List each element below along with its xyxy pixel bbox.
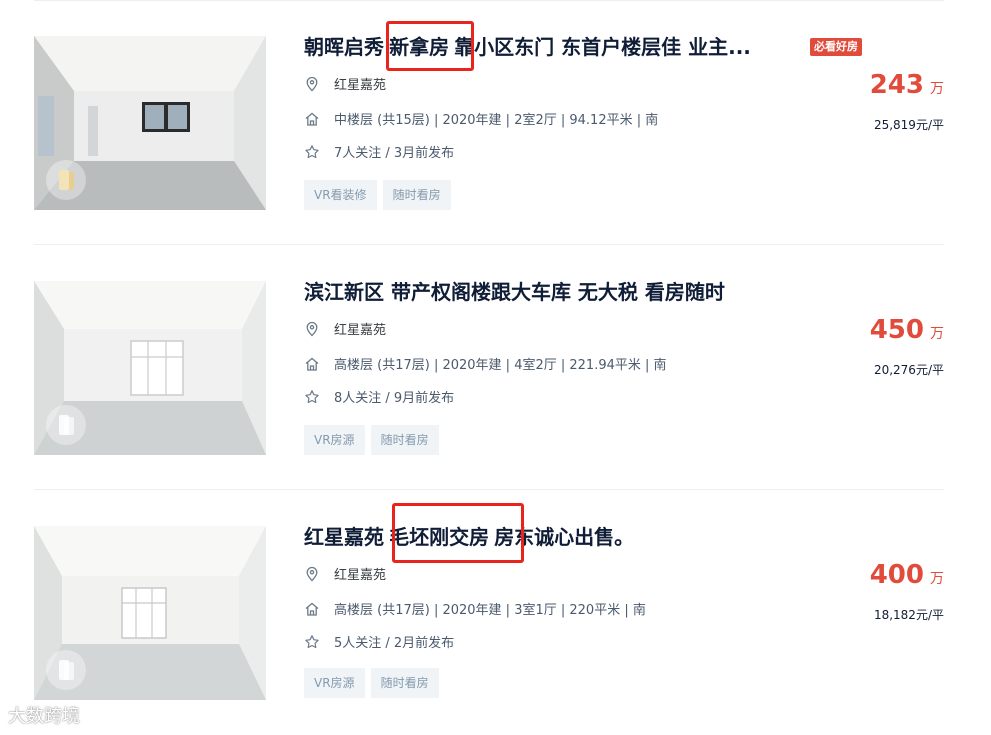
listing-item: 红星嘉苑 毛坯刚交房 房东诚心出售。 红星嘉苑 高楼层 (共17层) | 202…: [34, 490, 944, 735]
total-price: 450 万: [870, 315, 944, 345]
total-price-unit: 万: [930, 81, 944, 97]
title-text-part1[interactable]: 红星嘉苑: [304, 525, 384, 549]
total-price-value: 243: [869, 70, 924, 100]
unit-price: 18,182元/平: [873, 608, 944, 622]
tag-vr: VR看装修: [304, 180, 377, 210]
title-text-part2[interactable]: 房东诚心出售。: [494, 525, 634, 549]
tag-list: VR看装修 随时看房: [304, 180, 452, 210]
house-icon: [305, 112, 319, 126]
unit-price: 25,819元/平: [873, 118, 944, 132]
tag-viewing: 随时看房: [370, 425, 439, 455]
star-icon: [305, 635, 319, 649]
tag-list: VR房源 随时看房: [304, 425, 440, 455]
follow-info-text: 7人关注 / 3月前发布: [334, 146, 455, 161]
tag-viewing: 随时看房: [370, 668, 439, 698]
must-see-badge: 必看好房: [810, 38, 862, 56]
vr-icon[interactable]: [46, 405, 86, 445]
listing-photo[interactable]: [34, 526, 266, 700]
listing-title[interactable]: 滨江新区 带产权阁楼跟大车库 无大税 看房随时: [304, 279, 944, 305]
community-link[interactable]: 红星嘉苑: [334, 568, 386, 583]
watermark-logo: 大数跨境: [8, 704, 80, 730]
tag-list: VR房源 随时看房: [304, 668, 440, 698]
house-icon: [305, 602, 319, 616]
listing-page: 朝晖启秀 新拿房 靠小区东门 东首户楼层佳 业主... 必看好房 红星嘉苑 中楼…: [0, 0, 991, 735]
total-price: 243 万: [870, 70, 944, 100]
title-text-part1[interactable]: 滨江新区 带产权阁楼跟大车库 无大税 看房随时: [304, 280, 725, 304]
tag-vr: VR房源: [304, 425, 365, 455]
location-pin-icon: [306, 566, 318, 582]
listing-photo[interactable]: [34, 281, 266, 455]
location-pin-icon: [306, 321, 318, 337]
listing-title[interactable]: 红星嘉苑 毛坯刚交房 房东诚心出售。: [304, 524, 944, 550]
house-info-text: 高楼层 (共17层) | 2020年建 | 4室2厅 | 221.94平米 | …: [334, 358, 667, 373]
house-info-text: 高楼层 (共17层) | 2020年建 | 3室1厅 | 220平米 | 南: [334, 603, 646, 618]
star-icon: [305, 145, 319, 159]
follow-info-line: 5人关注 / 2月前发布: [304, 634, 454, 654]
title-text-part1[interactable]: 朝晖启秀: [304, 35, 384, 59]
follow-info-line: 8人关注 / 9月前发布: [304, 389, 454, 409]
community-link[interactable]: 红星嘉苑: [334, 78, 386, 93]
house-info-line: 高楼层 (共17层) | 2020年建 | 4室2厅 | 221.94平米 | …: [304, 356, 667, 376]
community-line: 红星嘉苑: [304, 566, 386, 586]
community-line: 红星嘉苑: [304, 321, 386, 341]
vr-icon[interactable]: [46, 160, 86, 200]
total-price-value: 450: [869, 315, 924, 345]
house-info-line: 高楼层 (共17层) | 2020年建 | 3室1厅 | 220平米 | 南: [304, 601, 646, 621]
watermark-text: 大数跨境: [8, 706, 80, 727]
listing-item: 滨江新区 带产权阁楼跟大车库 无大税 看房随时 红星嘉苑 高楼层 (共17层) …: [34, 245, 944, 490]
follow-info-text: 8人关注 / 9月前发布: [334, 391, 455, 406]
community-link[interactable]: 红星嘉苑: [334, 323, 386, 338]
tag-vr: VR房源: [304, 668, 365, 698]
listing-title[interactable]: 朝晖启秀 新拿房 靠小区东门 东首户楼层佳 业主... 必看好房: [304, 34, 944, 60]
total-price-value: 400: [869, 560, 924, 590]
listing-photo[interactable]: [34, 36, 266, 210]
location-pin-icon: [306, 76, 318, 92]
unit-price: 20,276元/平: [873, 363, 944, 377]
house-info-text: 中楼层 (共15层) | 2020年建 | 2室2厅 | 94.12平米 | 南: [334, 113, 659, 128]
tag-viewing: 随时看房: [382, 180, 451, 210]
total-price-unit: 万: [930, 571, 944, 587]
house-icon: [305, 357, 319, 371]
listing-item: 朝晖启秀 新拿房 靠小区东门 东首户楼层佳 业主... 必看好房 红星嘉苑 中楼…: [34, 0, 944, 245]
community-line: 红星嘉苑: [304, 76, 386, 96]
title-text-part2[interactable]: 靠小区东门 东首户楼层佳 业主...: [454, 35, 751, 59]
total-price-unit: 万: [930, 326, 944, 342]
follow-info-text: 5人关注 / 2月前发布: [334, 636, 455, 651]
star-icon: [305, 390, 319, 404]
house-info-line: 中楼层 (共15层) | 2020年建 | 2室2厅 | 94.12平米 | 南: [304, 111, 658, 131]
title-text-highlight[interactable]: 新拿房: [389, 35, 449, 59]
vr-icon[interactable]: [46, 650, 86, 690]
total-price: 400 万: [870, 560, 944, 590]
title-text-highlight[interactable]: 毛坯刚交房: [389, 525, 489, 549]
follow-info-line: 7人关注 / 3月前发布: [304, 144, 454, 164]
